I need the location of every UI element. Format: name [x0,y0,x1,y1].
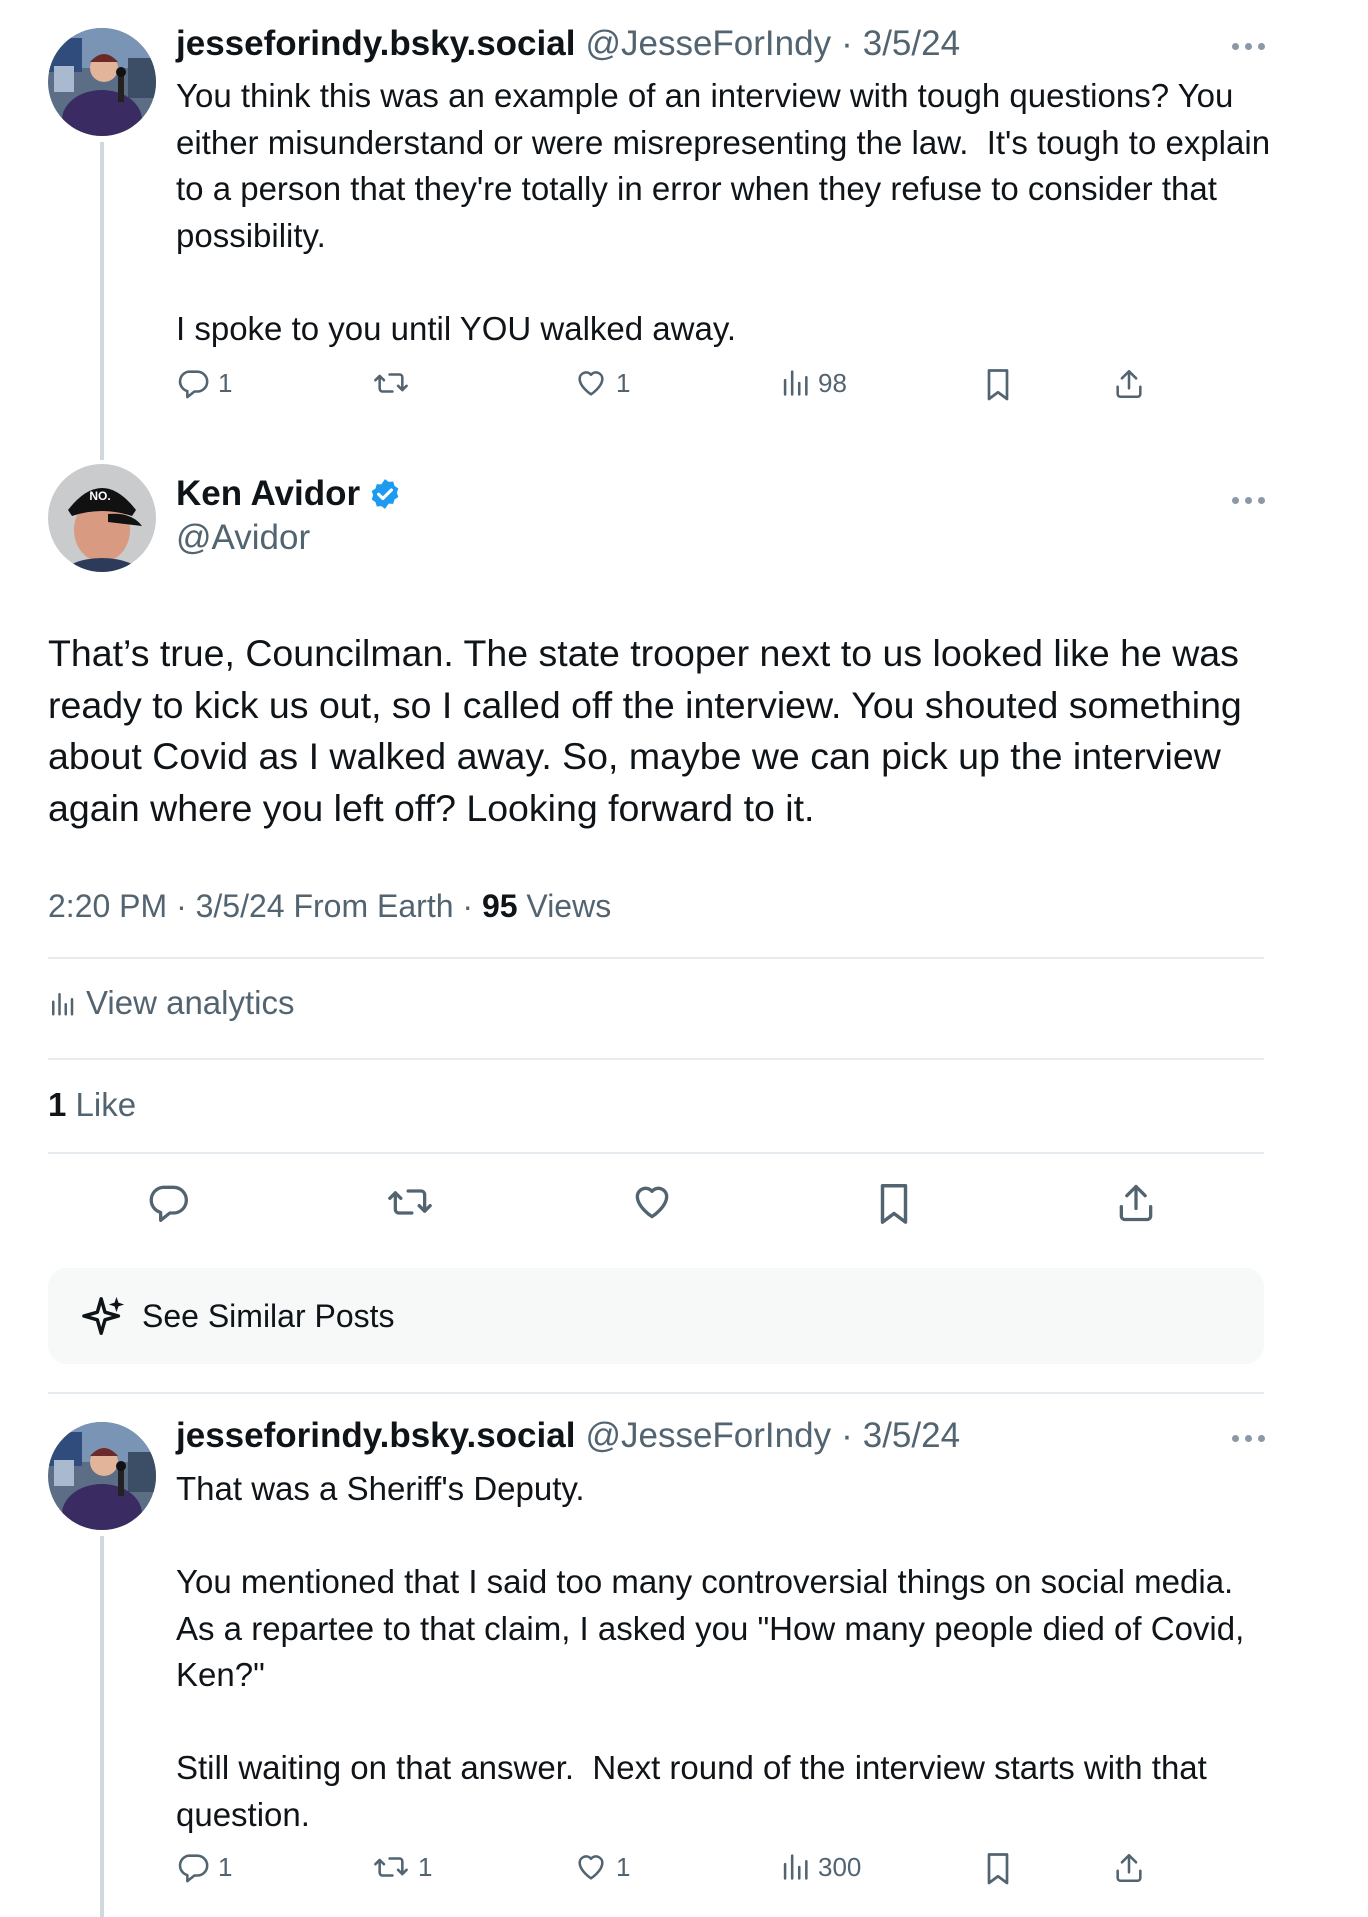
post1-date[interactable]: 3/5/24 [863,24,960,64]
post1-reply-count: 1 [218,367,233,398]
main-post-views-count: 95 [481,888,518,924]
analytics-icon [52,993,74,1016]
avatar-image: NO. [48,464,156,572]
see-similar-posts-label: See Similar Posts [142,1297,395,1334]
main-post-date[interactable]: 3/5/24 [196,888,285,924]
like-icon [635,1186,669,1219]
post1-share-button[interactable] [1112,366,1146,402]
meta-separator: · [176,888,196,924]
post3-action-bar: 1 1 1 300 [176,1850,1176,1890]
see-similar-posts-card[interactable]: See Similar Posts [48,1268,1264,1364]
main-post-name-row: Ken Avidor [176,474,402,514]
post3-date[interactable]: 3/5/24 [863,1416,960,1456]
post1-handle[interactable]: @JesseForIndy [585,24,831,64]
post1-separator: · [841,24,853,63]
main-post-time[interactable]: 2:20 PM [48,888,167,924]
share-icon [1119,1184,1153,1222]
post1-display-name[interactable]: jesseforindy.bsky.social [176,24,575,64]
post1-bookmark-button[interactable] [982,366,1014,402]
post3-reply-button[interactable]: 1 [176,1850,232,1884]
avatar-cap-text: NO. [89,489,110,503]
share-icon [1116,369,1142,399]
thread-connector-line [100,1536,104,1917]
divider [48,1058,1264,1060]
repost-icon [374,373,408,393]
post3-text: That was a Sheriff's Deputy. You mention… [176,1470,1245,1833]
repost-icon [388,1189,432,1215]
meta-separator: · [462,888,482,924]
share-icon [1116,1853,1142,1883]
bookmark-icon [987,369,1009,401]
main-post-source: From Earth [293,888,454,924]
divider [48,1152,1264,1154]
verified-icon[interactable] [368,477,402,511]
post3-repost-count: 1 [418,1851,433,1882]
reply-icon [149,1185,188,1222]
bookmark-icon [880,1184,908,1224]
main-post-meta: 2:20 PM · 3/5/24 From Earth · 95 Views [48,888,611,925]
post3-like-count: 1 [616,1851,631,1882]
post1-header: jesseforindy.bsky.social @JesseForIndy ·… [176,24,960,64]
views-icon [783,1854,808,1880]
main-post-views-label: Views [526,888,612,924]
likes-summary-count: 1 [48,1086,67,1123]
post3-display-name[interactable]: jesseforindy.bsky.social [176,1416,575,1456]
post3-views-count: 300 [818,1851,862,1882]
post1-action-bar: 1 1 98 [176,366,1176,406]
post3-reply-count: 1 [218,1851,233,1882]
post1-like-button[interactable]: 1 [574,366,630,400]
avatar-image [48,1422,156,1530]
reply-icon [178,370,209,399]
divider [48,957,1264,959]
like-icon [578,1855,604,1880]
post3-bookmark-button[interactable] [982,1850,1014,1886]
main-post-text: That’s true, Councilman. The state troop… [48,632,1242,829]
post1-repost-button[interactable] [372,366,418,400]
post1-views-count: 98 [818,367,847,398]
repost-icon [374,1857,408,1877]
post3-handle[interactable]: @JesseForIndy [585,1416,831,1456]
post1-views-button[interactable]: 98 [780,366,847,400]
main-reply-button[interactable] [146,1180,190,1224]
avatar-jesseforindy[interactable] [48,28,156,136]
main-post-more-icon[interactable] [1232,494,1272,506]
sparkle-icon [82,1296,125,1335]
post1-reply-button[interactable]: 1 [176,366,232,400]
main-post-display-name[interactable]: Ken Avidor [176,474,360,514]
post1-more-icon[interactable] [1232,40,1272,52]
main-like-button[interactable] [630,1180,674,1224]
like-icon [578,371,604,396]
views-icon [783,370,808,396]
main-share-button[interactable] [1114,1180,1158,1226]
main-repost-button[interactable] [386,1180,434,1224]
view-analytics-link[interactable]: View analytics [48,984,295,1022]
post1-text: You think this was an example of an inte… [176,77,1271,347]
main-post-handle[interactable]: @Avidor [176,518,310,558]
likes-summary-label: Like [75,1086,137,1123]
post3-header: jesseforindy.bsky.social @JesseForIndy ·… [176,1416,960,1456]
main-post-action-bar [0,1180,1368,1228]
avatar-image [48,28,156,136]
post3-like-button[interactable]: 1 [574,1850,630,1884]
post3-separator: · [841,1416,853,1455]
post3-share-button[interactable] [1112,1850,1146,1886]
post1-like-count: 1 [616,367,631,398]
reply-icon [178,1854,209,1883]
bookmark-icon [987,1853,1009,1885]
post3-views-button[interactable]: 300 [780,1850,861,1884]
main-bookmark-button[interactable] [874,1180,914,1226]
post3-repost-button[interactable]: 1 [372,1850,432,1884]
avatar-jesseforindy[interactable] [48,1422,156,1530]
divider [48,1392,1264,1394]
likes-summary[interactable]: 1 Like [48,1086,136,1124]
view-analytics-label: View analytics [86,984,295,1021]
thread-connector-line [100,142,104,460]
avatar-ken-avidor[interactable]: NO. [48,464,156,572]
post3-more-icon[interactable] [1232,1432,1272,1444]
